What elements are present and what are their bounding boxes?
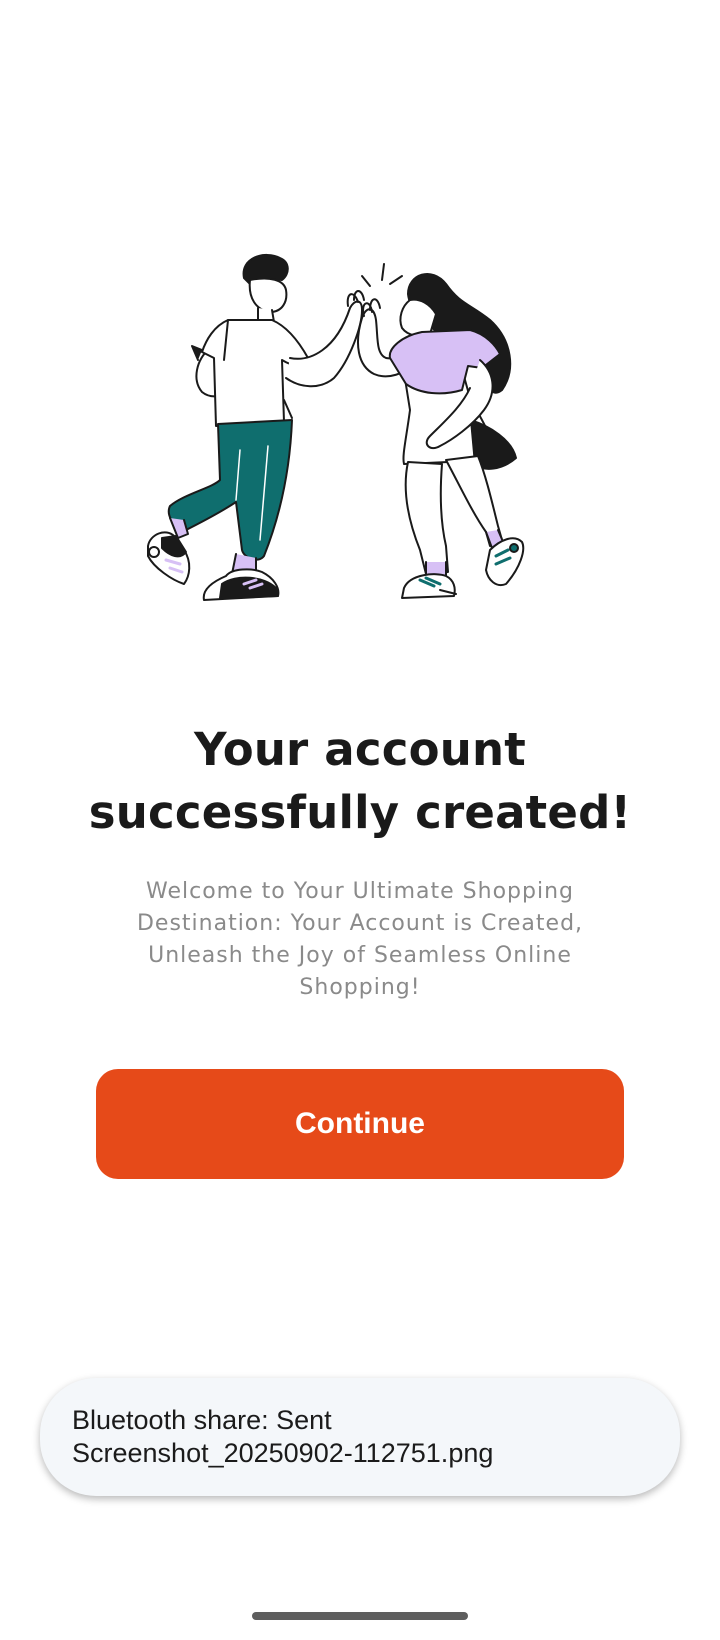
toast-line-1: Bluetooth share: Sent <box>72 1405 332 1435</box>
page-title: Your account successfully created! <box>88 723 632 839</box>
continue-button[interactable]: Continue <box>96 1069 624 1179</box>
high-five-illustration <box>140 250 560 640</box>
account-created-screen: Your account successfully created! Welco… <box>0 0 720 1640</box>
welcome-description: Welcome to Your Ultimate Shopping Destin… <box>136 879 584 1000</box>
bluetooth-toast: Bluetooth share: Sent Screenshot_2025090… <box>40 1378 680 1496</box>
home-indicator[interactable] <box>252 1612 468 1620</box>
toast-line-2: Screenshot_20250902-112751.png <box>72 1438 494 1468</box>
